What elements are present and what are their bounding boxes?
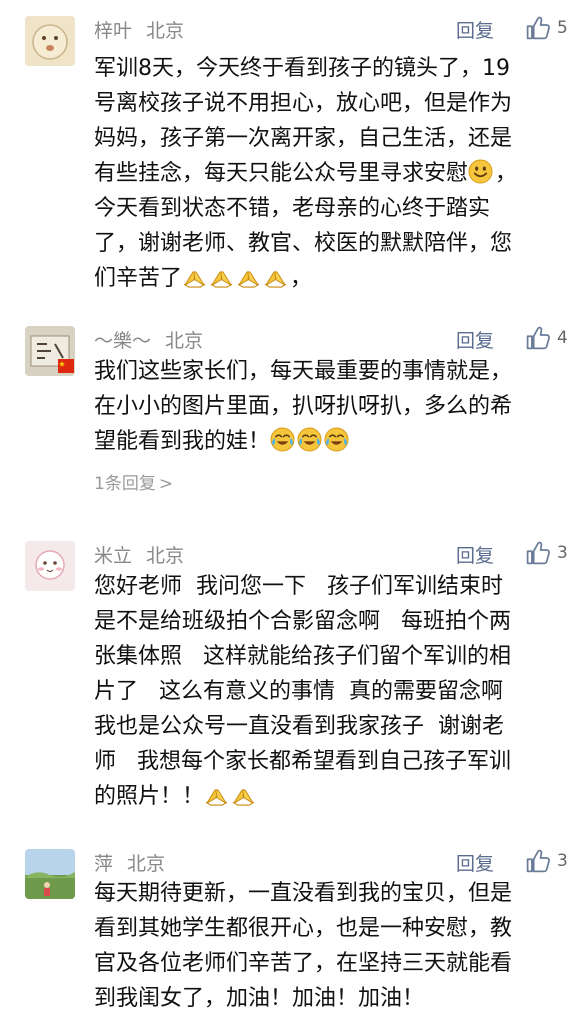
pray-emoji-icon: [231, 782, 256, 807]
commenter-location: 北京: [127, 853, 166, 875]
comment-line-text: 望能看到我的娃！: [94, 429, 271, 454]
commenter-name[interactable]: ～樂～: [94, 330, 151, 352]
reply-button[interactable]: 回复: [456, 849, 494, 876]
comment-line: 张集体照 这样就能给孩子们留个军训的相: [94, 644, 511, 669]
china-flag-icon: [58, 358, 74, 373]
comment-line: 的照片！！: [94, 779, 554, 814]
view-replies-label: 1条回复: [94, 474, 156, 494]
comment-line: 官及各位老师们辛苦了，在坚持三天就能看: [94, 951, 513, 976]
like-button[interactable]: 5: [525, 13, 568, 43]
reply-button[interactable]: 回复: [456, 326, 494, 353]
like-count: 4: [557, 328, 568, 348]
thumbs-up-icon: [525, 540, 551, 566]
thumbs-up-icon: [525, 848, 551, 874]
comment-text: 您好老师 我问您一下 孩子们军训结束时 是不是给班级拍个合影留念啊 每班拍个两 …: [94, 569, 554, 814]
comment-line: 有些挂念，每天只能公众号里寻求安慰，: [94, 159, 518, 186]
comment-line: 们辛苦了 ，: [94, 261, 554, 296]
cry-laugh-emoji-icon: [270, 427, 295, 452]
thumbs-up-icon: [525, 325, 551, 351]
reply-button[interactable]: 回复: [456, 16, 494, 43]
cry-laugh-emoji-icon: [297, 427, 322, 452]
pray-emoji-icon: [204, 782, 229, 807]
pray-emoji-icon: [209, 264, 234, 289]
comment-line: 今天看到状态不错，老母亲的心终于踏实: [94, 196, 491, 221]
commenter-name[interactable]: 米立: [94, 545, 132, 567]
commenter-info: 梓叶 北京: [94, 16, 184, 42]
pray-emoji-icon: [236, 264, 261, 289]
comment-line: 我们这些家长们，每天最重要的事情就是，: [94, 359, 513, 384]
like-button[interactable]: 3: [525, 538, 568, 568]
comment-line: 师 我想每个家长都希望看到自己孩子军训: [94, 749, 511, 774]
thumbs-up-icon: [525, 15, 551, 41]
comment-line: 了，谢谢老师、教官、校医的默默陪伴，您: [94, 231, 513, 256]
commenter-info: 萍北京: [94, 849, 165, 875]
commenter-name[interactable]: 梓叶: [94, 20, 132, 42]
commenter-location: 北京: [165, 330, 204, 352]
comment-line: 您好老师 我问您一下 孩子们军训结束时: [94, 574, 503, 599]
like-button[interactable]: 4: [525, 323, 568, 353]
chevron-right-icon: >: [158, 474, 174, 494]
commenter-info: ～樂～ 北京: [94, 326, 203, 352]
view-replies-link[interactable]: 1条回复 >: [94, 469, 173, 494]
comment-text: 每天期待更新，一直没看到我的宝贝，但是 看到其她学生都很开心，也是一种安慰，教 …: [94, 876, 554, 1016]
comment-line: 是不是给班级拍个合影留念啊 每班拍个两: [94, 609, 511, 634]
comment-line: 妈妈，孩子第一次离开家，自己生活，还是: [94, 126, 513, 151]
cry-laugh-emoji-icon: [324, 427, 349, 452]
pray-emoji-icon: [263, 264, 288, 289]
comment-line: 在小小的图片里面，扒呀扒呀扒，多么的希: [94, 394, 513, 419]
comment-line: 到我闺女了，加油！加油！加油！: [94, 986, 425, 1011]
comment-line: 每天期待更新，一直没看到我的宝贝，但是: [94, 881, 513, 906]
avatar[interactable]: [25, 541, 75, 591]
smile-emoji-icon: [468, 159, 493, 184]
commenter-location: 北京: [146, 545, 185, 567]
comment-line-tail: ，: [290, 266, 313, 291]
comment-line: 号离校孩子说不用担心，放心吧，但是作为: [94, 91, 513, 116]
pray-emoji-icon: [182, 264, 207, 289]
comment-text: 我们这些家长们，每天最重要的事情就是， 在小小的图片里面，扒呀扒呀扒，多么的希 …: [94, 354, 554, 459]
avatar[interactable]: [25, 849, 75, 899]
like-count: 5: [557, 18, 568, 38]
comment-line: 望能看到我的娃！: [94, 424, 554, 459]
comment-line-text: 有些挂念，每天只能公众号里寻求安慰: [94, 161, 469, 186]
comment-line: 军训8天，今天终于看到孩子的镜头了，19: [94, 56, 510, 81]
commenter-info: 米立 北京: [94, 541, 184, 567]
comment-line: 我也是公众号一直没看到我家孩子 谢谢老: [94, 714, 504, 739]
comment-line-text: 的照片！！: [94, 784, 205, 809]
commenter-name[interactable]: 萍: [94, 853, 113, 875]
comment-line-text: 们辛苦了: [94, 266, 183, 291]
comment-line: 看到其她学生都很开心，也是一种安慰，教: [94, 916, 513, 941]
avatar[interactable]: [25, 16, 75, 66]
comment-line: 片了 这么有意义的事情 真的需要留念啊: [94, 679, 503, 704]
commenter-location: 北京: [146, 20, 185, 42]
comment-text: 军训8天，今天终于看到孩子的镜头了，19 号离校孩子说不用担心，放心吧，但是作为…: [94, 51, 554, 296]
like-count: 3: [557, 851, 568, 871]
reply-button[interactable]: 回复: [456, 541, 494, 568]
like-count: 3: [557, 543, 568, 563]
like-button[interactable]: 3: [525, 846, 568, 876]
